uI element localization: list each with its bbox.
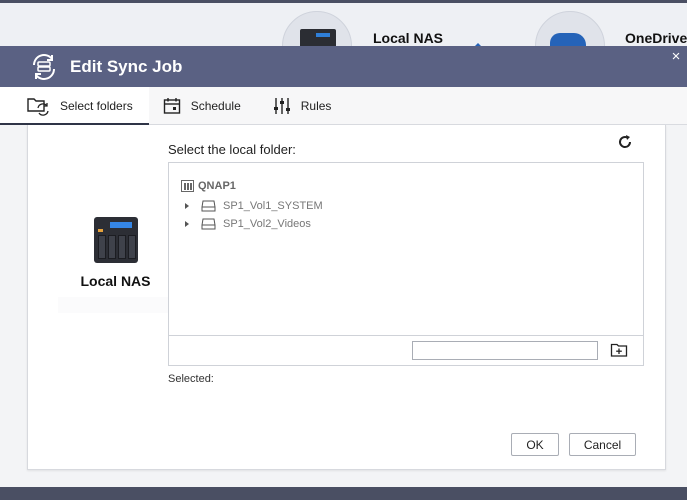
drive-icon: [201, 218, 216, 230]
select-folders-panel: Local NAS Select the local folder: QNAP1…: [27, 125, 666, 470]
tree-item[interactable]: SP1_Vol2_Videos: [185, 218, 311, 230]
tree-root-label: QNAP1: [198, 180, 236, 192]
nas-device-icon: [93, 217, 138, 263]
folder-sync-icon: [26, 96, 50, 116]
background-app-header: Local NAS OneDrive: [0, 0, 687, 46]
background-cloud-icon: [550, 33, 586, 46]
tab-bar: Select folders Schedule Rules: [0, 87, 687, 125]
background-nas-icon: [300, 29, 336, 46]
tab-select-folders-label: Select folders: [60, 98, 133, 113]
nas-bay: [127, 235, 136, 259]
folder-path-input[interactable]: [412, 341, 598, 360]
expand-arrow-icon[interactable]: [185, 221, 189, 227]
path-bar: [168, 335, 644, 366]
source-sidebar: Local NAS: [58, 217, 173, 313]
selected-label: Selected:: [168, 373, 214, 385]
close-icon[interactable]: ×: [669, 49, 683, 64]
calendar-icon: [163, 97, 181, 115]
tree-item[interactable]: SP1_Vol1_SYSTEM: [185, 200, 323, 212]
dialog-title: Edit Sync Job: [70, 56, 183, 76]
expand-arrow-icon[interactable]: [185, 203, 189, 209]
tab-schedule[interactable]: Schedule: [149, 87, 257, 124]
background-local-nas-label: Local NAS: [373, 30, 444, 46]
ok-button[interactable]: OK: [511, 433, 559, 456]
new-folder-icon[interactable]: [610, 342, 628, 358]
drive-icon: [201, 200, 216, 212]
dialog-content: Local NAS Select the local folder: QNAP1…: [0, 125, 687, 487]
sync-icon: [28, 51, 60, 83]
nas-small-icon: [181, 180, 194, 192]
tab-rules-label: Rules: [300, 98, 332, 113]
dialog-titlebar: Edit Sync Job ×: [0, 46, 687, 87]
cancel-button[interactable]: Cancel: [569, 433, 636, 456]
nas-led: [97, 229, 103, 232]
tree-item-label: SP1_Vol1_SYSTEM: [223, 200, 323, 212]
refresh-icon[interactable]: [617, 134, 633, 150]
tab-rules[interactable]: Rules: [257, 87, 348, 124]
nas-screen: [109, 222, 132, 228]
background-footer: [0, 487, 687, 500]
folder-prompt: Select the local folder:: [168, 142, 296, 157]
nas-bay: [117, 235, 126, 259]
background-onedrive-label: OneDrive: [625, 30, 687, 46]
tab-select-folders[interactable]: Select folders: [0, 87, 149, 125]
source-label: Local NAS: [58, 273, 173, 313]
nas-bay: [107, 235, 116, 259]
sliders-icon: [273, 97, 291, 115]
tab-schedule-label: Schedule: [190, 98, 241, 113]
edit-sync-job-dialog: Edit Sync Job × Select folders Schedule …: [0, 46, 687, 487]
tree-root[interactable]: QNAP1: [181, 180, 236, 192]
nas-bay: [97, 235, 106, 259]
tree-item-label: SP1_Vol2_Videos: [223, 218, 311, 230]
